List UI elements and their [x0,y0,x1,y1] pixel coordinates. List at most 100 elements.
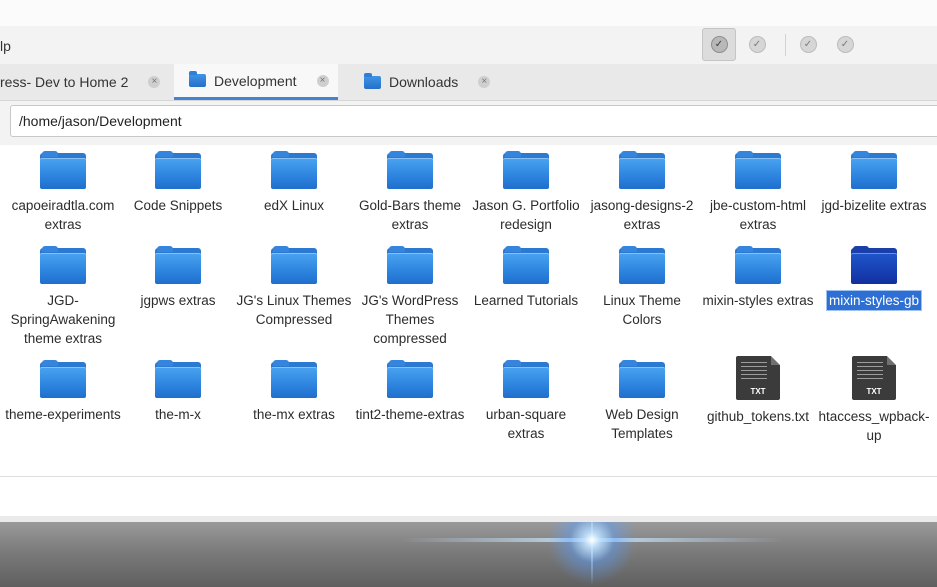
tab-downloads[interactable]: Downloads × [340,64,500,100]
tab-label: ress- Dev to Home 2 [0,74,129,90]
desktop-wallpaper [0,522,937,587]
folder-icon [851,246,897,284]
item-label: tint2-theme-extras [355,407,465,422]
folder-icon [387,151,433,189]
folder-icon [735,246,781,284]
tab-label: Development [214,72,297,89]
item-label: jgd-bizelite extras [821,198,927,213]
item-label: htaccess_wpback-up [818,409,930,443]
folder-icon [40,360,86,398]
item-label: Learned Tutorials [473,293,579,308]
file-type-badge: TXT [866,387,882,396]
folder-item[interactable]: edX Linux [236,145,352,215]
folder-item[interactable]: capoeiradtla.com extras [5,145,121,234]
folder-item[interactable]: jgd-bizelite extras [816,145,932,215]
folder-icon [503,151,549,189]
item-label: edX Linux [263,198,325,213]
tab-development[interactable]: Development × [174,64,338,100]
folder-item[interactable]: JG's Linux Themes Compressed [236,240,352,329]
check-circle-icon: ✓ [836,36,854,53]
item-label: jgpws extras [140,293,216,308]
folder-item[interactable]: the-mx extras [236,354,352,424]
item-label: Gold-Bars theme extras [358,198,462,232]
folder-icon [503,360,549,398]
item-label: JG's WordPress Themes compressed [361,293,459,346]
item-label: urban-square extras [485,407,567,441]
text-file-icon: TXT [852,356,896,400]
folder-icon [364,72,381,89]
tab-bar: ress- Dev to Home 2 × Development × Down… [0,64,937,101]
item-label: theme-experiments [5,407,121,422]
item-label: github_tokens.txt [706,409,810,424]
item-label: JGD-SpringAwakening theme extras [10,293,116,346]
folder-item[interactable]: Web Design Templates [584,354,700,443]
check-circle-icon: ✓ [748,36,766,53]
folder-icon [387,360,433,398]
folder-item[interactable]: Jason G. Portfolio redesign [468,145,584,234]
toolbar-separator [785,34,786,56]
item-label: jbe-custom-html extras [709,198,807,232]
folder-icon [155,360,201,398]
text-file-item[interactable]: TXT htaccess_wpback-up [816,356,932,445]
folder-icon [271,360,317,398]
tab-label: Downloads [389,74,459,90]
folder-item-selected[interactable]: mixin-styles-gb [816,240,932,311]
folder-icon [619,246,665,284]
check-circle-icon: ✓ [799,36,817,53]
item-label: the-m-x [155,407,201,422]
close-icon[interactable]: × [148,76,161,88]
folder-item[interactable]: Gold-Bars theme extras [352,145,468,234]
folder-item[interactable]: tint2-theme-extras [352,354,468,424]
item-label: capoeiradtla.com extras [11,198,115,232]
folder-icon [735,151,781,189]
folder-icon [155,151,201,189]
path-input[interactable]: /home/jason/Development [10,105,937,137]
folder-item[interactable]: Linux Theme Colors [584,240,700,329]
folder-icon [619,360,665,398]
tab-dev-to-home[interactable]: ress- Dev to Home 2 × [0,64,172,100]
toolbar-check-button-4[interactable]: ✓ [828,28,862,61]
folder-item[interactable]: the-m-x [120,354,236,424]
folder-item[interactable]: jasong-designs-2 extras [584,145,700,234]
toolbar-check-button-3[interactable]: ✓ [791,28,825,61]
folder-icon [189,71,206,87]
folder-icon [503,246,549,284]
item-label: mixin-styles extras [702,293,814,308]
item-label: Linux Theme Colors [603,293,681,327]
toolbar-check-button-2[interactable]: ✓ [740,28,774,61]
folder-item[interactable]: theme-experiments [5,354,121,424]
item-label: Web Design Templates [605,407,679,441]
folder-item[interactable]: urban-square extras [468,354,584,443]
check-circle-icon: ✓ [710,36,728,53]
item-label: JG's Linux Themes Compressed [236,293,352,327]
file-grid: capoeiradtla.com extras Code Snippets ed… [0,145,937,476]
folder-item[interactable]: Code Snippets [120,145,236,215]
folder-icon [619,151,665,189]
item-label: mixin-styles-gb [825,290,923,311]
folder-icon [851,151,897,189]
close-icon[interactable]: × [478,76,491,88]
folder-icon [40,246,86,284]
toolbar-check-button-1[interactable]: ✓ [702,28,736,61]
item-label: jasong-designs-2 extras [590,198,694,232]
folder-item[interactable]: mixin-styles extras [700,240,816,310]
folder-item[interactable]: JG's WordPress Themes compressed [352,240,468,348]
folder-icon [387,246,433,284]
item-label: Code Snippets [133,198,223,213]
file-type-badge: TXT [750,387,766,396]
folder-icon [271,246,317,284]
folder-item[interactable]: JGD-SpringAwakening theme extras [5,240,121,348]
status-area [0,476,937,517]
folder-icon [40,151,86,189]
text-file-item[interactable]: TXT github_tokens.txt [700,356,816,426]
item-label: Jason G. Portfolio redesign [472,198,580,232]
folder-item[interactable]: jbe-custom-html extras [700,145,816,234]
folder-icon [155,246,201,284]
folder-icon [271,151,317,189]
menu-help[interactable]: lp [0,38,11,54]
window-top-strip [0,0,937,27]
close-icon[interactable]: × [316,74,329,87]
folder-item[interactable]: jgpws extras [120,240,236,310]
text-file-icon: TXT [736,356,780,400]
folder-item[interactable]: Learned Tutorials [468,240,584,310]
